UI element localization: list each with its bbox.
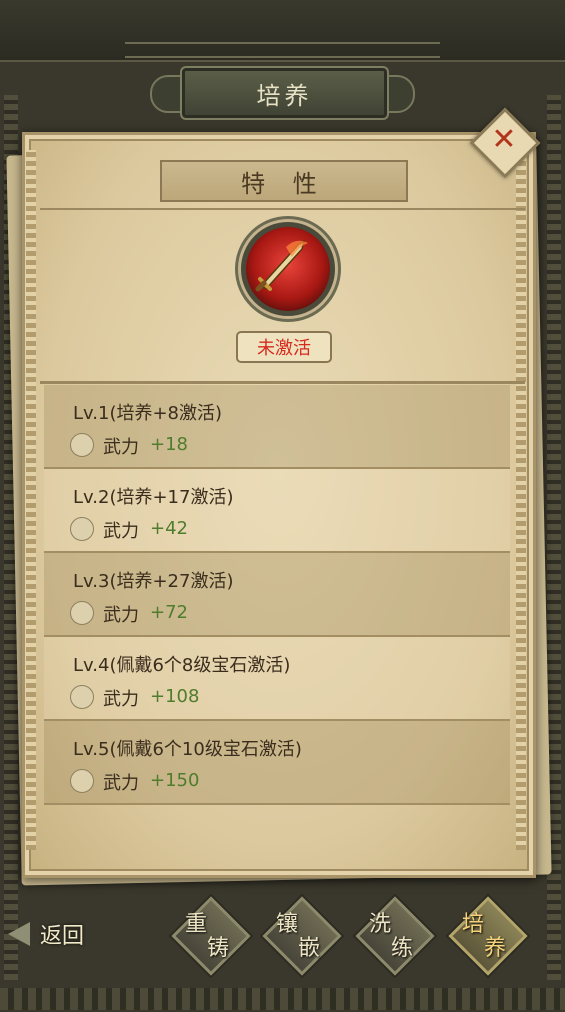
level-title: Lv.4(佩戴6个8级宝石激活) (73, 655, 291, 676)
crossed-swords-icon (70, 433, 94, 457)
stat-label: 武力 (103, 773, 139, 794)
stat-label: 武力 (103, 437, 139, 458)
border-pattern-bottom (0, 988, 565, 1010)
window-title: 培养 (256, 81, 313, 110)
tab-label-char: 洗 (369, 912, 392, 937)
tab-label-char: 培 (462, 912, 485, 937)
divider (40, 208, 525, 210)
level-title: Lv.5(佩戴6个10级宝石激活) (73, 739, 302, 760)
list-item: Lv.2(培养+17激活) 武力 +42 (44, 469, 510, 553)
tab-inlay[interactable]: 镶 嵌 (262, 896, 342, 976)
tab-label-char: 重 (185, 912, 208, 937)
section-title-text: 特 性 (241, 169, 327, 198)
level-title: Lv.3(培养+27激活) (73, 571, 234, 592)
tab-cultivate[interactable]: 培 养 (448, 896, 528, 976)
crossed-swords-icon (70, 685, 94, 709)
back-arrow-icon (8, 922, 30, 946)
section-title: 特 性 (160, 160, 408, 202)
parchment-edge-left (26, 150, 36, 850)
list-item: Lv.1(培养+8激活) 武力 +18 (44, 385, 510, 469)
list-item: Lv.4(佩戴6个8级宝石激活) 武力 +108 (44, 637, 510, 721)
stat-value: +108 (150, 686, 200, 707)
window-title-plate: 培养 (180, 66, 389, 120)
list-item: Lv.5(佩戴6个10级宝石激活) 武力 +150 (44, 721, 510, 805)
stat-value: +18 (150, 434, 188, 455)
tab-label-char: 嵌 (298, 936, 321, 961)
sword-icon[interactable] (241, 222, 335, 316)
tab-refine[interactable]: 洗 练 (355, 896, 435, 976)
level-title: Lv.1(培养+8激活) (73, 403, 223, 424)
close-icon[interactable]: ✕ (486, 122, 522, 158)
divider (40, 381, 525, 384)
stat-label: 武力 (103, 689, 139, 710)
level-title: Lv.2(培养+17激活) (73, 487, 234, 508)
tab-label-char: 镶 (276, 912, 299, 937)
status-badge: 未激活 (236, 331, 332, 363)
tab-recast[interactable]: 重 铸 (171, 896, 251, 976)
status-text: 未激活 (257, 338, 311, 359)
stat-value: +150 (150, 770, 200, 791)
crossed-swords-icon (70, 769, 94, 793)
level-list: Lv.1(培养+8激活) 武力 +18 Lv.2(培养+17激活) 武力 +42… (44, 385, 510, 805)
parchment-edge-right (516, 150, 526, 850)
stat-label: 武力 (103, 605, 139, 626)
list-item: Lv.3(培养+27激活) 武力 +72 (44, 553, 510, 637)
tab-label-char: 铸 (207, 936, 230, 961)
top-ornament (125, 42, 440, 58)
tab-label-char: 养 (484, 936, 507, 961)
stat-label: 武力 (103, 521, 139, 542)
crossed-swords-icon (70, 517, 94, 541)
sword-icon-graphic (255, 239, 308, 292)
back-label: 返回 (40, 924, 85, 949)
stat-value: +72 (150, 602, 188, 623)
crossed-swords-icon (70, 601, 94, 625)
stat-value: +42 (150, 518, 188, 539)
tab-label-char: 练 (391, 936, 414, 961)
back-button[interactable]: 返回 (8, 910, 100, 956)
